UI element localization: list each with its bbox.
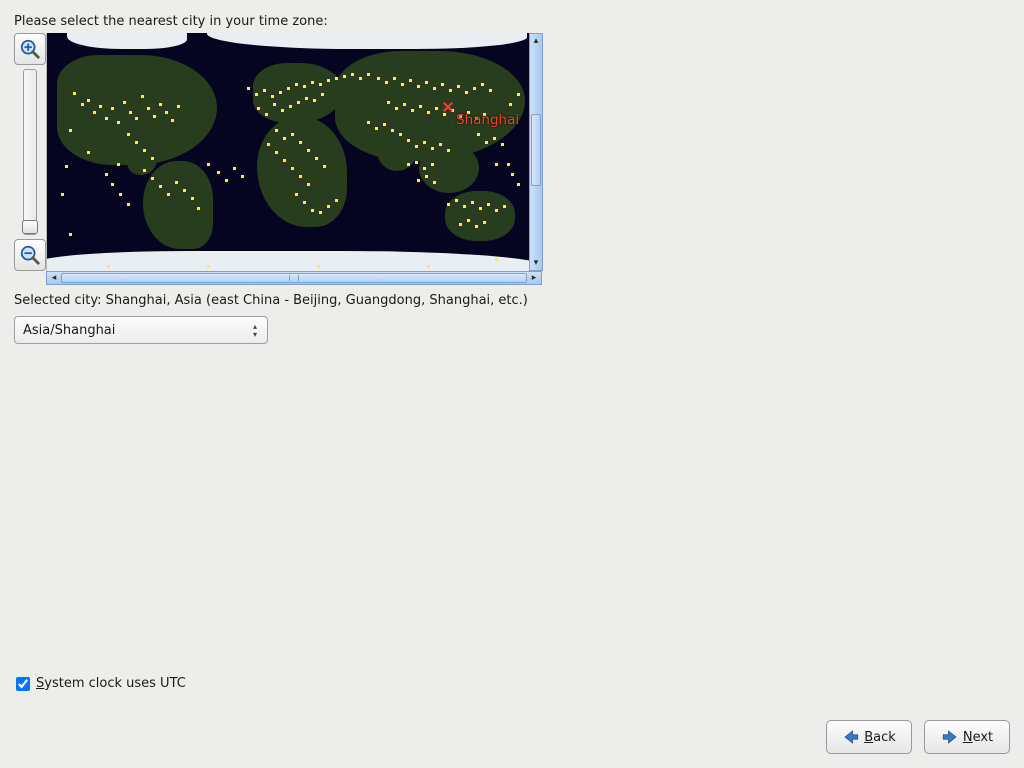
map-area: Shanghai ▴ ▾ [14, 33, 542, 271]
horizontal-scroll-thumb[interactable] [61, 273, 527, 283]
city-markers [47, 33, 529, 271]
scroll-up-icon[interactable]: ▴ [530, 34, 542, 48]
next-button[interactable]: Next [924, 720, 1010, 754]
scroll-down-icon[interactable]: ▾ [530, 256, 542, 270]
utc-checkbox-label: System clock uses UTC [36, 676, 186, 691]
vertical-scroll-thumb[interactable] [531, 114, 541, 186]
timezone-combobox[interactable]: Asia/Shanghai ▴▾ [14, 316, 268, 344]
arrow-right-icon [941, 728, 959, 746]
selected-city-text: Selected city: Shanghai, Asia (east Chin… [14, 293, 1010, 308]
arrow-left-icon [842, 728, 860, 746]
navigation-buttons: Back Next [826, 720, 1010, 754]
zoom-slider[interactable] [23, 69, 37, 235]
instruction-text: Please select the nearest city in your t… [14, 14, 1010, 29]
zoom-slider-thumb[interactable] [22, 220, 38, 234]
utc-checkbox-row[interactable]: System clock uses UTC [16, 676, 186, 691]
timezone-combobox-value: Asia/Shanghai [23, 323, 249, 338]
zoom-controls [14, 33, 46, 271]
back-button[interactable]: Back [826, 720, 912, 754]
scroll-left-icon[interactable]: ◂ [47, 272, 61, 284]
zoom-in-button[interactable] [14, 33, 46, 65]
combobox-arrows-icon: ▴▾ [249, 323, 261, 338]
utc-checkbox[interactable] [16, 677, 30, 691]
scroll-right-icon[interactable]: ▸ [527, 272, 541, 284]
zoom-out-button[interactable] [14, 239, 46, 271]
back-button-label: Back [864, 730, 896, 745]
zoom-in-icon [19, 38, 41, 60]
world-map[interactable]: Shanghai [46, 33, 529, 271]
map-vertical-scrollbar[interactable]: ▴ ▾ [529, 33, 543, 271]
zoom-out-icon [19, 244, 41, 266]
next-button-label: Next [963, 730, 993, 745]
map-horizontal-scrollbar[interactable]: ◂ ▸ [46, 271, 542, 285]
